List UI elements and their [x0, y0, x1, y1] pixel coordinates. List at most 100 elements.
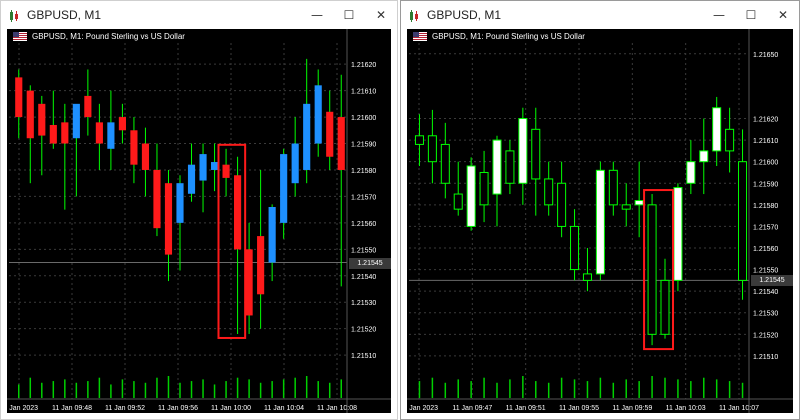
candle — [234, 156, 242, 334]
candle — [257, 169, 265, 329]
candle-body — [570, 225, 580, 271]
candle-body — [518, 118, 528, 184]
window-title: GBPUSD, M1 — [427, 8, 502, 22]
candle — [187, 143, 196, 202]
candle-body — [608, 169, 618, 206]
candle — [291, 117, 299, 197]
candle-body — [199, 154, 207, 181]
candle — [130, 117, 138, 184]
candlestick-chart: 1.21650 1.21620 1.21610 1.21600 1.21590 1.215… — [407, 29, 793, 413]
y-tick-label: 1.21560 — [351, 221, 376, 228]
candle — [210, 143, 219, 192]
candle-body — [440, 143, 450, 184]
minimize-button[interactable]: — — [703, 1, 735, 29]
maximize-icon: ☐ — [745, 8, 757, 22]
candle — [15, 69, 23, 139]
y-tick-label: 1.21580 — [351, 168, 376, 175]
candle — [199, 143, 207, 213]
y-tick-label: 1.21560 — [753, 246, 778, 253]
candle-body — [414, 135, 424, 145]
chart-window-left[interactable]: GBPUSD, M1 — ☐ ✕ 1.21620 1.21610 1.21600 1.… — [0, 0, 398, 420]
window-titlebar[interactable]: GBPUSD, M1 — ☐ ✕ — [401, 1, 799, 29]
candle-body — [634, 200, 644, 206]
close-button[interactable]: ✕ — [365, 1, 397, 29]
maximize-button[interactable]: ☐ — [735, 1, 767, 29]
candle — [557, 161, 567, 238]
y-tick-label: 1.21570 — [753, 224, 778, 231]
y-tick-label: 1.21590 — [753, 181, 778, 188]
x-tick-label: 11 Jan 10:00 — [211, 405, 251, 412]
candle — [453, 161, 463, 216]
candle — [738, 129, 748, 300]
candle — [518, 107, 528, 205]
candle-body — [210, 162, 219, 170]
candle — [153, 143, 161, 237]
x-tick-label: 11 Jan 10:08 — [317, 405, 357, 412]
candle — [414, 114, 424, 166]
candle — [38, 95, 46, 176]
chart-area[interactable]: 1.21650 1.21620 1.21610 1.21600 1.21590 1.215… — [407, 29, 793, 413]
chart-window-right[interactable]: GBPUSD, M1 — ☐ ✕ 1.21650 1.21620 1.21610 1.… — [400, 0, 800, 420]
maximize-button[interactable]: ☐ — [333, 1, 365, 29]
candle — [245, 222, 253, 334]
candle — [686, 140, 696, 195]
candlestick-app-icon — [7, 8, 21, 22]
candle — [466, 157, 476, 231]
y-tick-label: 1.21580 — [753, 203, 778, 210]
y-tick-label: 1.21520 — [351, 327, 376, 334]
window-titlebar[interactable]: GBPUSD, M1 — ☐ ✕ — [1, 1, 397, 29]
candle — [673, 183, 683, 292]
x-tick-label: 11 Jan 09:47 — [452, 405, 492, 412]
candle — [531, 107, 541, 216]
candle-body — [176, 183, 184, 223]
x-tick-label: 11 Jan 10:07 — [719, 405, 759, 412]
candle-body — [49, 125, 57, 144]
candle — [712, 96, 722, 166]
candle-body — [479, 171, 489, 206]
minimize-button[interactable]: — — [301, 1, 333, 29]
window-title: GBPUSD, M1 — [27, 8, 102, 22]
candle — [621, 183, 631, 227]
candle — [84, 69, 92, 136]
candle-body — [257, 236, 265, 295]
x-tick-label: 11 Jan 09:55 — [559, 405, 599, 412]
candle — [634, 161, 644, 238]
chart-area[interactable]: 1.21620 1.21610 1.21600 1.21590 1.21580 1.215… — [7, 29, 391, 413]
candle — [427, 109, 437, 184]
candle-body — [72, 103, 80, 139]
candle — [326, 90, 334, 170]
candle — [505, 140, 515, 195]
candle-body — [699, 150, 709, 163]
candle-body — [427, 135, 437, 163]
candlestick-app-icon — [407, 8, 421, 22]
y-tick-label: 1.21600 — [753, 160, 778, 167]
candle — [647, 194, 657, 346]
candle — [725, 107, 735, 173]
candle-body — [38, 103, 46, 136]
candle-body — [660, 279, 670, 335]
y-tick-label: 1.21570 — [351, 194, 376, 201]
candle-body — [141, 143, 150, 170]
candle-body — [303, 103, 311, 170]
candle — [544, 161, 554, 216]
candle-body — [544, 178, 554, 206]
x-tick-label: 11 Jan 09:59 — [612, 405, 652, 412]
candle-body — [326, 111, 334, 157]
candle — [303, 58, 311, 184]
candle-body — [557, 182, 567, 227]
close-icon: ✕ — [777, 8, 789, 22]
y-tick-label: 1.21550 — [753, 268, 778, 275]
candle-body — [337, 117, 345, 170]
candle-body — [621, 204, 631, 210]
y-tick-label: 1.21530 — [351, 300, 376, 307]
y-tick-label: 1.21610 — [753, 138, 778, 145]
y-tick-label: 1.21620 — [753, 117, 778, 124]
y-tick-label: 1.21600 — [351, 115, 376, 122]
close-button[interactable]: ✕ — [767, 1, 799, 29]
current-price-tag: 1.21545 — [751, 275, 793, 287]
y-tick-label: 1.21520 — [753, 332, 778, 339]
candle-body — [492, 139, 502, 195]
candle — [95, 103, 103, 170]
candlestick-chart: 1.21620 1.21610 1.21600 1.21590 1.21580 1.215… — [7, 29, 391, 413]
y-tick-label: 1.21510 — [753, 354, 778, 361]
